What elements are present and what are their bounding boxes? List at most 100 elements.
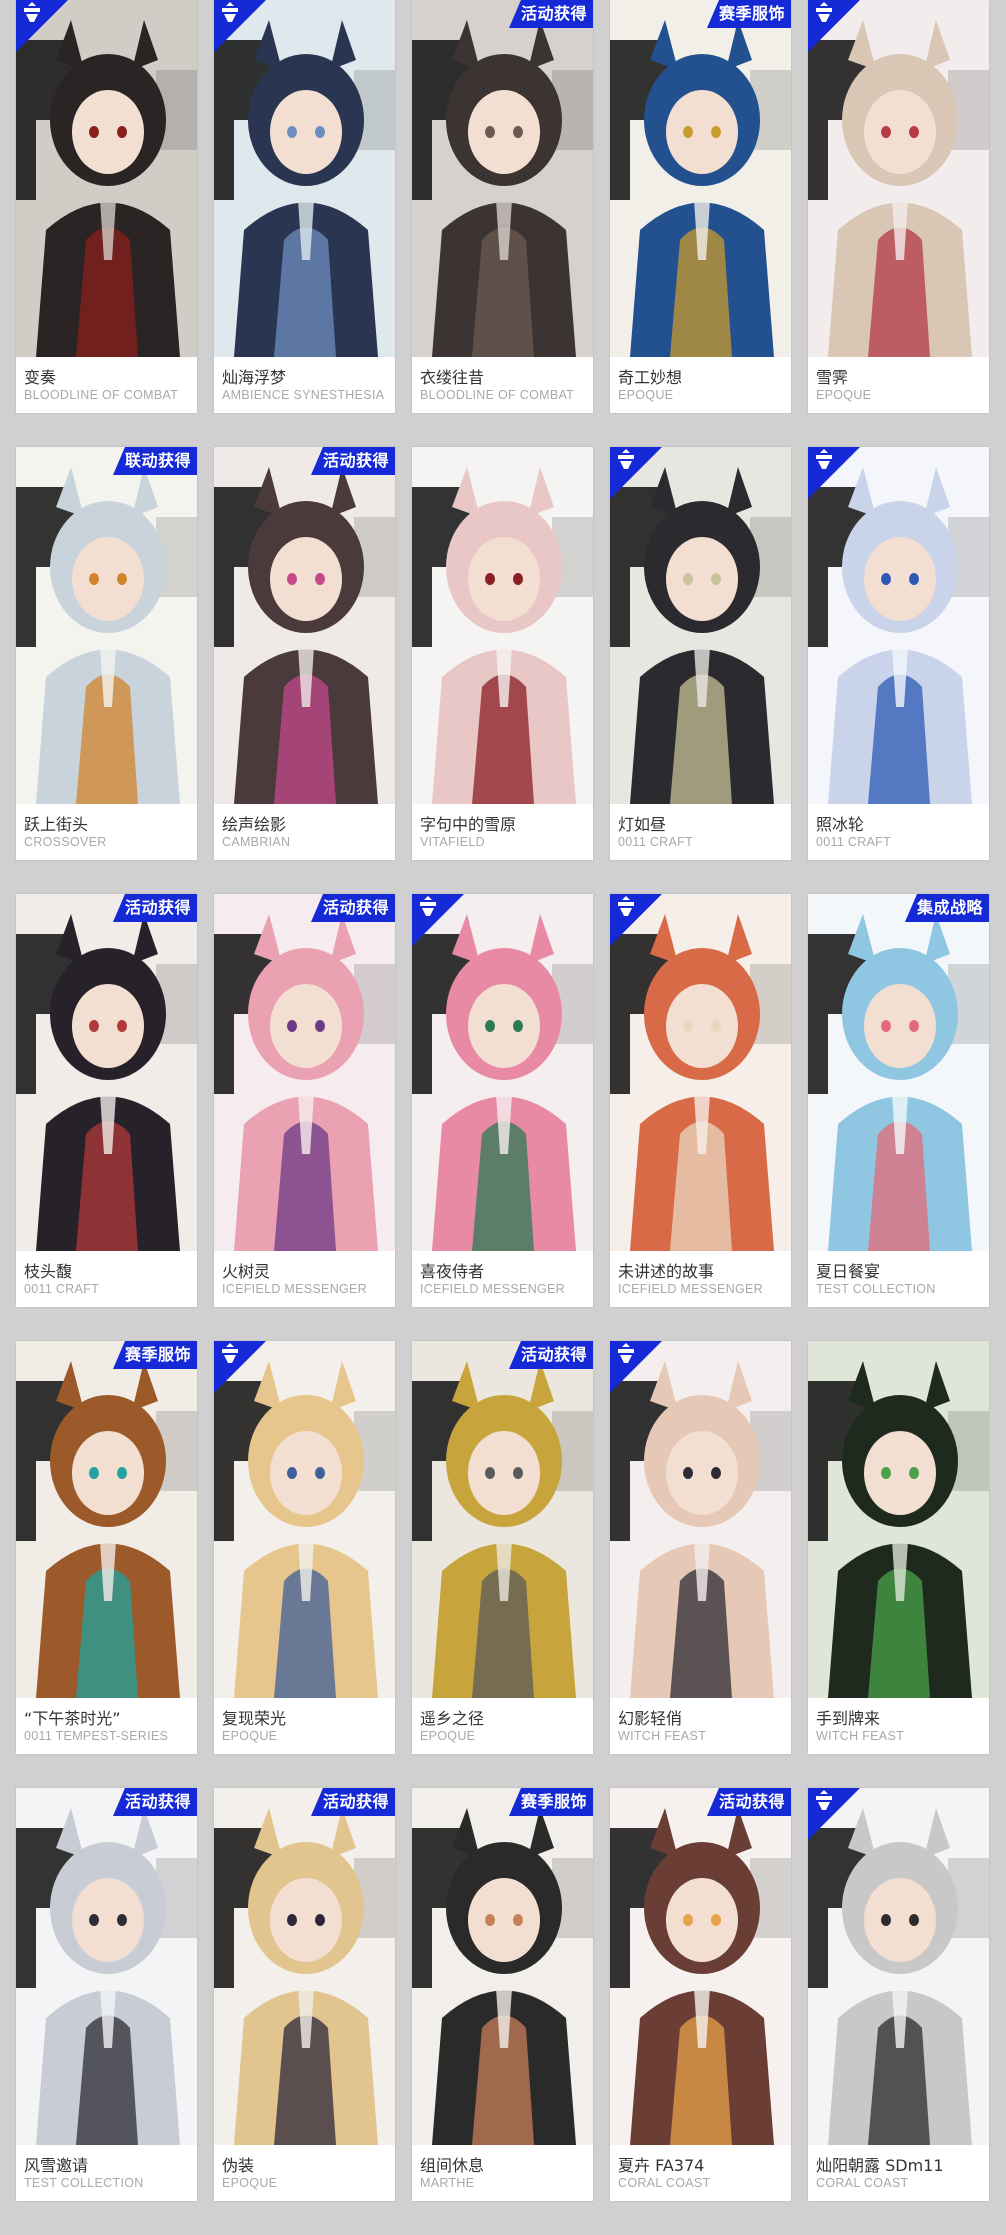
skin-name: 奇工妙想 — [618, 368, 683, 387]
skin-series: EPOQUE — [222, 1729, 278, 1743]
skin-name: 枝头馥 — [24, 1262, 73, 1281]
acquisition-badge: 活动获得 — [310, 1788, 395, 1816]
skin-series: BLOODLINE OF COMBAT — [420, 388, 575, 402]
skin-card[interactable]: 灯如昼 0011 CRAFT — [610, 447, 791, 860]
rhodes-island-logo-icon — [214, 1341, 266, 1393]
skin-card[interactable]: 照冰轮 0011 CRAFT — [808, 447, 989, 860]
rhodes-island-logo-icon — [808, 447, 860, 499]
acquisition-badge: 赛季服饰 — [112, 1341, 197, 1369]
skin-name: 幻影轻俏 — [618, 1709, 683, 1728]
skin-series: WITCH FEAST — [618, 1729, 707, 1743]
skin-series: ICEFIELD MESSENGER — [222, 1282, 368, 1296]
skin-name: 夏卉 FA374 — [618, 2156, 705, 2175]
skin-series: CAMBRIAN — [222, 835, 291, 849]
skin-series: AMBIENCE SYNESTHESIA — [222, 388, 385, 402]
skin-series: CORAL COAST — [618, 2176, 711, 2190]
skin-card[interactable]: 未讲述的故事 ICEFIELD MESSENGER — [610, 894, 791, 1307]
character-portrait — [412, 894, 593, 1251]
character-portrait — [610, 1788, 791, 2145]
skin-series: BLOODLINE OF COMBAT — [24, 388, 179, 402]
skin-name: 喜夜侍者 — [420, 1262, 485, 1281]
character-portrait — [412, 1788, 593, 2145]
skin-card[interactable]: 雪霁 EPOQUE — [808, 0, 989, 413]
skin-card[interactable]: 赛季服饰 “下午茶时光” 0011 TEMPEST-SERIES — [16, 1341, 197, 1754]
skin-card[interactable]: 喜夜侍者 ICEFIELD MESSENGER — [412, 894, 593, 1307]
skin-name: 变奏 — [24, 368, 57, 387]
rhodes-island-logo-icon — [412, 894, 464, 946]
skin-series: 0011 CRAFT — [24, 1282, 100, 1296]
skin-card[interactable]: 变奏 BLOODLINE OF COMBAT — [16, 0, 197, 413]
skin-name: 夏日餐宴 — [816, 1262, 881, 1281]
skin-name: 雪霁 — [816, 368, 849, 387]
skin-name: 复现荣光 — [222, 1709, 287, 1728]
acquisition-badge: 活动获得 — [508, 0, 593, 28]
rhodes-island-logo-icon — [610, 447, 662, 499]
character-portrait — [214, 894, 395, 1251]
skin-card[interactable]: 灿海浮梦 AMBIENCE SYNESTHESIA — [214, 0, 395, 413]
character-portrait — [808, 0, 989, 357]
skin-card[interactable]: 灿阳朝露 SDm11 CORAL COAST — [808, 1788, 989, 2201]
skin-name: 组间休息 — [420, 2156, 485, 2175]
skin-series: EPOQUE — [420, 1729, 476, 1743]
skin-series: MARTHE — [420, 2176, 475, 2190]
skin-name: 灿阳朝露 SDm11 — [816, 2156, 944, 2175]
skin-card[interactable]: 赛季服饰组间休息 MARTHE — [412, 1788, 593, 2201]
character-portrait — [808, 1788, 989, 2145]
skin-series: TEST COLLECTION — [24, 2176, 144, 2190]
character-portrait — [16, 894, 197, 1251]
skin-card[interactable]: 活动获得遥乡之径 EPOQUE — [412, 1341, 593, 1754]
skin-name: 遥乡之径 — [420, 1709, 485, 1728]
acquisition-badge: 联动获得 — [112, 447, 197, 475]
skin-card[interactable]: 集成战略夏日餐宴 TEST COLLECTION — [808, 894, 989, 1307]
character-portrait — [610, 447, 791, 804]
skin-card[interactable]: 活动获得 伪装 EPOQUE — [214, 1788, 395, 2201]
skin-name: 跃上街头 — [24, 815, 89, 834]
skin-name: 未讲述的故事 — [618, 1262, 715, 1281]
rhodes-island-logo-icon — [808, 0, 860, 52]
character-portrait — [16, 1788, 197, 2145]
rhodes-island-logo-icon — [808, 1788, 860, 1840]
skin-card[interactable]: 活动获得衣缕往昔 BLOODLINE OF COMBAT — [412, 0, 593, 413]
skin-card[interactable]: 赛季服饰 奇工妙想 EPOQUE — [610, 0, 791, 413]
acquisition-badge: 活动获得 — [112, 894, 197, 922]
character-portrait — [16, 0, 197, 357]
skin-series: EPOQUE — [816, 388, 872, 402]
character-portrait — [214, 1788, 395, 2145]
skin-series: CORAL COAST — [816, 2176, 909, 2190]
skin-card[interactable]: 幻影轻俏 WITCH FEAST — [610, 1341, 791, 1754]
skin-card[interactable]: 复现荣光 EPOQUE — [214, 1341, 395, 1754]
acquisition-badge: 活动获得 — [310, 447, 395, 475]
skin-series: VITAFIELD — [420, 835, 485, 849]
acquisition-badge: 活动获得 — [508, 1341, 593, 1369]
skin-series: WITCH FEAST — [816, 1729, 905, 1743]
acquisition-badge: 活动获得 — [112, 1788, 197, 1816]
character-portrait — [808, 1341, 989, 1698]
skin-card[interactable]: 活动获得 夏卉 FA374 CORAL COAST — [610, 1788, 791, 2201]
skin-card[interactable]: 字句中的雪原 VITAFIELD — [412, 447, 593, 860]
skin-name: 灿海浮梦 — [222, 368, 287, 387]
skin-series: TEST COLLECTION — [816, 1282, 936, 1296]
rhodes-island-logo-icon — [214, 0, 266, 52]
skin-name: 绘声绘影 — [222, 815, 287, 834]
skin-name: 手到牌来 — [816, 1709, 881, 1728]
skin-series: 0011 TEMPEST-SERIES — [24, 1729, 169, 1743]
skin-name: 伪装 — [222, 2156, 255, 2175]
character-portrait — [214, 1341, 395, 1698]
skin-card[interactable]: 活动获得枝头馥 0011 CRAFT — [16, 894, 197, 1307]
skin-card[interactable]: 手到牌来 WITCH FEAST — [808, 1341, 989, 1754]
character-portrait — [412, 1341, 593, 1698]
skin-card[interactable]: 活动获得绘声绘影 CAMBRIAN — [214, 447, 395, 860]
skin-name: 风雪邀请 — [24, 2156, 89, 2175]
skin-name: 火树灵 — [222, 1262, 271, 1281]
character-portrait — [16, 1341, 197, 1698]
skin-grid: 变奏 BLOODLINE OF COMBAT 灿海浮梦 AMBIENCE SYNEST… — [16, 0, 991, 2201]
skin-card[interactable]: 活动获得 火树灵 ICEFIELD MESSENGER — [214, 894, 395, 1307]
skin-card[interactable]: 联动获得 跃上街头 CROSSOVER — [16, 447, 197, 860]
skin-series: ICEFIELD MESSENGER — [618, 1282, 764, 1296]
skin-name: 衣缕往昔 — [420, 368, 485, 387]
skin-series: ICEFIELD MESSENGER — [420, 1282, 566, 1296]
acquisition-badge: 赛季服饰 — [508, 1788, 593, 1816]
skin-card[interactable]: 活动获得风雪邀请 TEST COLLECTION — [16, 1788, 197, 2201]
acquisition-badge: 集成战略 — [904, 894, 989, 922]
character-portrait — [808, 447, 989, 804]
